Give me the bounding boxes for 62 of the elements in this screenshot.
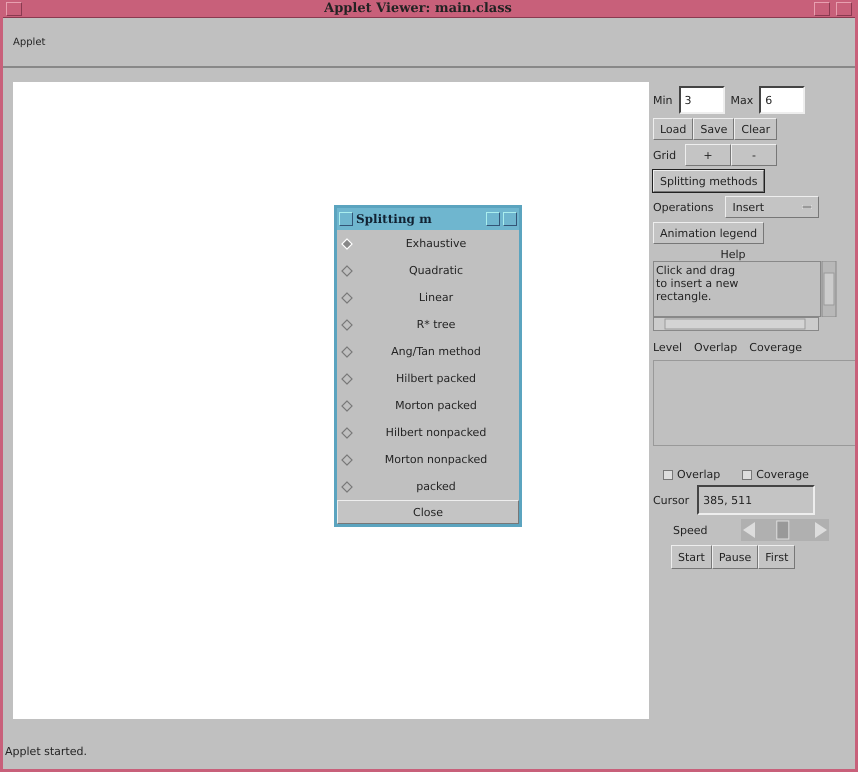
splitting-methods-button[interactable]: Splitting methods (653, 170, 764, 192)
radio-button[interactable] (341, 480, 353, 492)
option-label[interactable]: Ang/Tan method (353, 345, 519, 358)
radio-button[interactable] (341, 346, 353, 358)
animation-legend-button[interactable]: Animation legend (653, 222, 764, 244)
window-title: Applet Viewer: main.class (323, 1, 513, 16)
help-text: Click and drag to insert a new rectangle. (653, 261, 821, 317)
cursor-field: 385, 511 (697, 485, 816, 515)
checkbox-label[interactable]: Overlap (677, 468, 720, 481)
option-label[interactable]: Exhaustive (353, 237, 519, 250)
cursor-label: Cursor (653, 494, 690, 506)
checkbox-label[interactable]: Coverage (756, 468, 809, 481)
radio-button[interactable] (341, 400, 353, 412)
operations-label: Operations (653, 200, 714, 214)
horizontal-scrollbar[interactable] (653, 317, 819, 331)
option-label[interactable]: Morton nonpacked (353, 453, 519, 466)
grid-label: Grid (653, 148, 678, 162)
max-label: Max (730, 94, 754, 106)
operations-dropdown[interactable]: Insert (725, 196, 820, 218)
status-text: Applet started. (4, 744, 88, 760)
minimize-button[interactable] (814, 2, 830, 16)
run-button[interactable]: First (758, 545, 796, 569)
min-label: Min (653, 94, 673, 106)
help-label: Help (720, 248, 746, 261)
option-label[interactable]: Hilbert packed (353, 372, 519, 385)
checkbox[interactable] (742, 470, 752, 480)
run-button[interactable]: Start (671, 545, 712, 569)
min-field[interactable]: 3 (678, 86, 725, 114)
column-header: Overlap (694, 341, 738, 354)
file-button[interactable]: Load (653, 118, 694, 140)
radio-button[interactable] (341, 318, 353, 330)
option-label[interactable]: Quadratic (353, 264, 519, 277)
grid-button[interactable]: - (731, 144, 777, 166)
dialog-title: Splitting m (356, 212, 433, 226)
option-label[interactable]: Morton packed (353, 399, 519, 412)
grid-button[interactable]: + (685, 144, 731, 166)
window-menu-button[interactable] (6, 2, 22, 16)
stats-list[interactable] (653, 360, 855, 446)
maximize-button[interactable] (836, 2, 852, 16)
option-label[interactable]: R* tree (353, 318, 519, 331)
option-label[interactable]: Hilbert nonpacked (353, 426, 519, 439)
drawing-canvas[interactable]: Splitting m Exhaustive Quadratic Linear R* tree Ang/Tan method Hilbert packed Morton packed Hilbert nonpacked Morton nonpacked packed Close (13, 82, 649, 719)
radio-button[interactable] (341, 454, 353, 466)
radio-button[interactable] (341, 426, 353, 438)
speed-label: Speed (673, 524, 708, 536)
checkbox[interactable] (663, 470, 673, 480)
radio-button[interactable] (341, 292, 353, 304)
file-button[interactable]: Clear (734, 118, 778, 140)
run-button[interactable]: Pause (712, 545, 758, 569)
dropdown-indicator-icon (802, 205, 812, 209)
column-header: Coverage (749, 341, 802, 354)
radio-button[interactable] (341, 372, 353, 384)
close-button[interactable]: Close (337, 500, 519, 524)
menu-item[interactable]: Applet (13, 36, 46, 48)
radio-button[interactable] (341, 264, 353, 276)
column-header: Level (653, 341, 682, 354)
speed-slider[interactable] (741, 519, 830, 541)
max-field[interactable]: 6 (759, 86, 806, 114)
file-button[interactable]: Save (693, 118, 734, 140)
option-label[interactable]: Linear (353, 291, 519, 304)
option-label[interactable]: packed (353, 480, 519, 493)
vertical-scrollbar[interactable] (821, 261, 837, 317)
